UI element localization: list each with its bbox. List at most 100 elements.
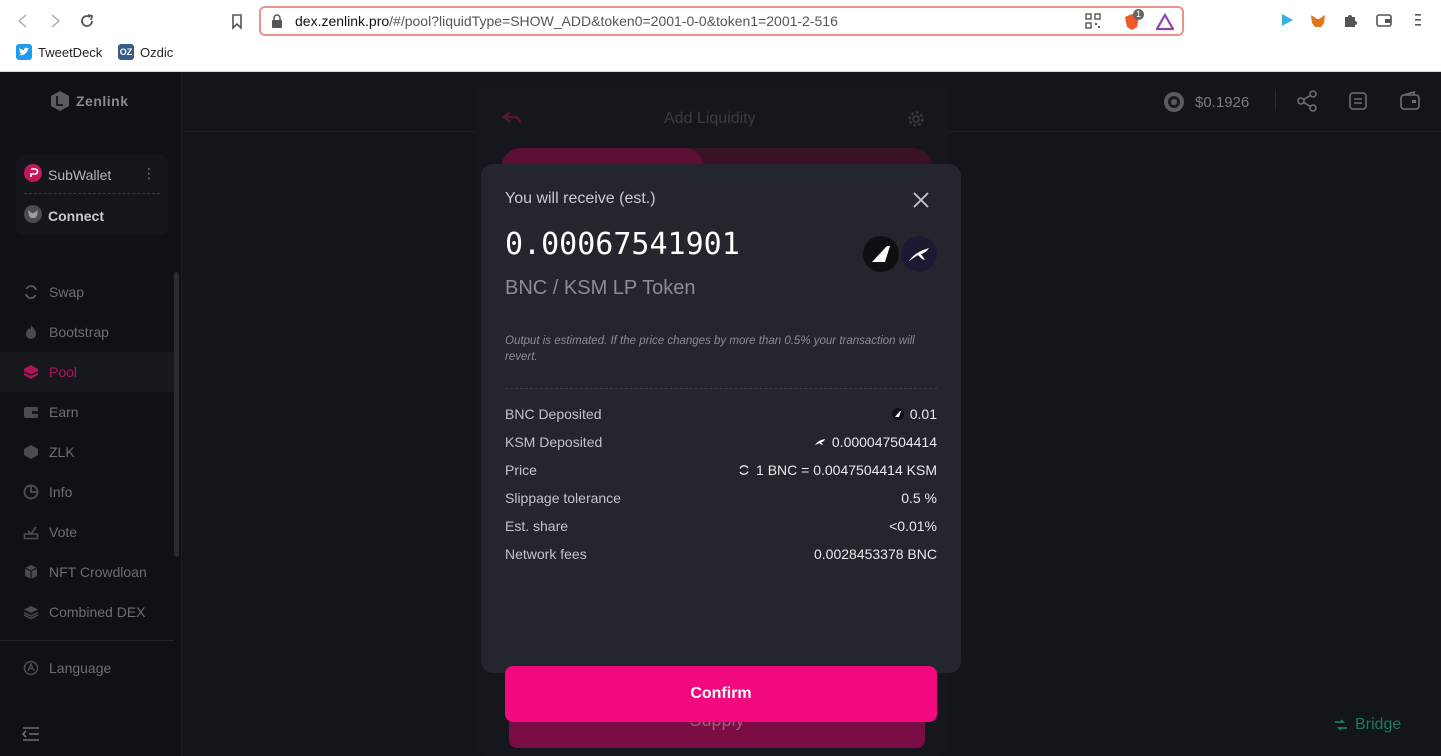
divider	[24, 193, 160, 194]
qr-code-icon[interactable]	[1085, 13, 1101, 31]
estimate-note: Output is estimated. If the price change…	[505, 335, 915, 363]
bookmark-tweetdeck[interactable]: TweetDeck	[16, 44, 102, 60]
sidebar: Zenlink SubWallet ⋮ Connect Swap Bootstr…	[0, 72, 182, 756]
reload-icon[interactable]	[76, 10, 98, 32]
detail-row-est-share: Est. share <0.01%	[505, 512, 937, 540]
bookmark-label: Ozdic	[140, 44, 174, 60]
zlk-token-icon	[1164, 92, 1184, 112]
url-path: /#/pool?liquidType=SHOW_ADD&token0=2001-…	[389, 13, 838, 29]
row-value-text: 1 BNC = 0.0047504414 KSM	[756, 462, 937, 478]
logo[interactable]: Zenlink	[50, 90, 129, 112]
sidebar-item-label: Bootstrap	[49, 324, 109, 340]
row-label: Est. share	[505, 518, 569, 534]
wallet-box: SubWallet ⋮ Connect	[16, 155, 168, 235]
lock-icon	[272, 14, 282, 28]
row-label: BNC Deposited	[505, 406, 602, 422]
extension-play-icon[interactable]	[1278, 12, 1296, 30]
bnc-icon	[891, 408, 904, 420]
url-host: dex.zenlink.pro	[295, 13, 390, 29]
row-label: Network fees	[505, 546, 587, 562]
panel-title: Add Liquidity	[664, 110, 756, 127]
sidebar-item-label: Combined DEX	[49, 604, 146, 620]
modal-title: You will receive (est.)	[505, 190, 656, 207]
sidebar-scrollbar[interactable]	[174, 272, 179, 557]
metamask-icon	[24, 205, 42, 226]
share-icon[interactable]	[1296, 90, 1318, 112]
lp-token-name: BNC / KSM LP Token	[505, 277, 696, 299]
sidebar-item-label: Info	[49, 484, 73, 500]
flame-icon	[26, 325, 36, 339]
row-value-text: <0.01%	[889, 518, 937, 534]
row-value: 0.01	[891, 406, 937, 422]
sidebar-item-combined-dex[interactable]: Combined DEX	[0, 592, 174, 632]
bnc-token-icon	[863, 236, 899, 272]
wallet-icon[interactable]	[1399, 90, 1421, 112]
brave-rewards-icon[interactable]	[1155, 12, 1175, 31]
ksm-token-icon	[901, 236, 937, 272]
sidebar-item-bootstrap[interactable]: Bootstrap	[0, 312, 174, 352]
sidebar-item-nft-crowdloan[interactable]: NFT Crowdloan	[0, 552, 174, 592]
lp-amount: 0.00067541901	[505, 227, 740, 262]
detail-row-slippage: Slippage tolerance 0.5 %	[505, 484, 937, 512]
confirm-supply-modal: You will receive (est.) 0.00067541901 BN…	[481, 164, 961, 722]
bookmark-icon[interactable]	[226, 10, 248, 32]
ksm-icon	[814, 439, 825, 445]
row-label: Price	[505, 462, 537, 478]
sidebar-item-label: Pool	[49, 364, 78, 380]
sidebar-item-label: Earn	[49, 404, 79, 420]
pie-chart-icon	[23, 484, 39, 500]
vote-icon	[23, 526, 39, 540]
extensions-puzzle-icon[interactable]	[1341, 12, 1359, 30]
swap-icon	[25, 285, 37, 299]
row-label: Slippage tolerance	[505, 490, 621, 506]
address-bar[interactable]: dex.zenlink.pro/#/pool?liquidType=SHOW_A…	[259, 6, 1184, 36]
row-label: KSM Deposited	[505, 434, 603, 450]
row-value: 0.000047504414	[814, 434, 937, 450]
sidebar-item-zlk[interactable]: ZLK	[0, 432, 174, 472]
collapse-sidebar-icon[interactable]	[22, 726, 40, 742]
url-text: dex.zenlink.pro/#/pool?liquidType=SHOW_A…	[295, 13, 838, 29]
divider	[505, 388, 937, 389]
sidebar-item-info[interactable]: Info	[0, 472, 174, 512]
metamask-icon[interactable]	[1309, 12, 1327, 30]
earn-icon	[24, 407, 38, 418]
back-icon[interactable]	[12, 10, 34, 32]
document-icon[interactable]	[1347, 90, 1369, 112]
close-icon[interactable]	[911, 190, 931, 210]
row-value-text: 0.01	[909, 406, 937, 422]
bookmark-ozdic[interactable]: OZ Ozdic	[118, 44, 173, 60]
browser-menu-icon[interactable]	[1409, 12, 1427, 30]
detail-row-price: Price 1 BNC = 0.0047504414 KSM	[505, 456, 937, 484]
bridge-label: Bridge	[1355, 716, 1402, 733]
sidebar-item-vote[interactable]: Vote	[0, 512, 174, 552]
app: Zenlink SubWallet ⋮ Connect Swap Bootstr…	[0, 72, 1441, 756]
twitter-icon	[16, 44, 32, 60]
back-arrow-icon[interactable]	[502, 110, 522, 126]
zlk-icon	[24, 445, 38, 459]
bridge-link[interactable]: Bridge	[1333, 716, 1401, 734]
wallet-selector[interactable]: SubWallet	[24, 164, 111, 185]
forward-icon[interactable]	[44, 10, 66, 32]
sidebar-item-earn[interactable]: Earn	[0, 392, 174, 432]
zlk-price[interactable]: $0.1926	[1163, 91, 1249, 113]
wallet-icon[interactable]	[1375, 12, 1393, 30]
row-value: 1 BNC = 0.0047504414 KSM	[738, 462, 937, 478]
ozdic-icon: OZ	[118, 44, 134, 60]
language-button[interactable]: Language	[23, 660, 111, 676]
wallet-name: SubWallet	[48, 166, 112, 183]
detail-row-network-fees: Network fees 0.0028453378 BNC	[505, 540, 937, 568]
settings-gear-icon[interactable]	[906, 109, 926, 129]
more-vertical-icon[interactable]: ⋮	[142, 165, 156, 182]
swap-rate-icon[interactable]	[738, 464, 750, 476]
detail-row-ksm-deposited: KSM Deposited 0.000047504414	[505, 428, 937, 456]
zlk-price-value: $0.1926	[1195, 93, 1250, 111]
pool-icon	[23, 365, 39, 379]
connect-button[interactable]: Connect	[24, 205, 104, 226]
divider	[0, 640, 174, 641]
confirm-button[interactable]: Confirm	[505, 666, 937, 722]
sidebar-item-label: Vote	[49, 524, 78, 540]
subwallet-icon	[24, 164, 42, 185]
detail-row-bnc-deposited: BNC Deposited 0.01	[505, 400, 937, 428]
sidebar-item-pool[interactable]: Pool	[0, 352, 174, 392]
sidebar-item-swap[interactable]: Swap	[0, 272, 174, 312]
